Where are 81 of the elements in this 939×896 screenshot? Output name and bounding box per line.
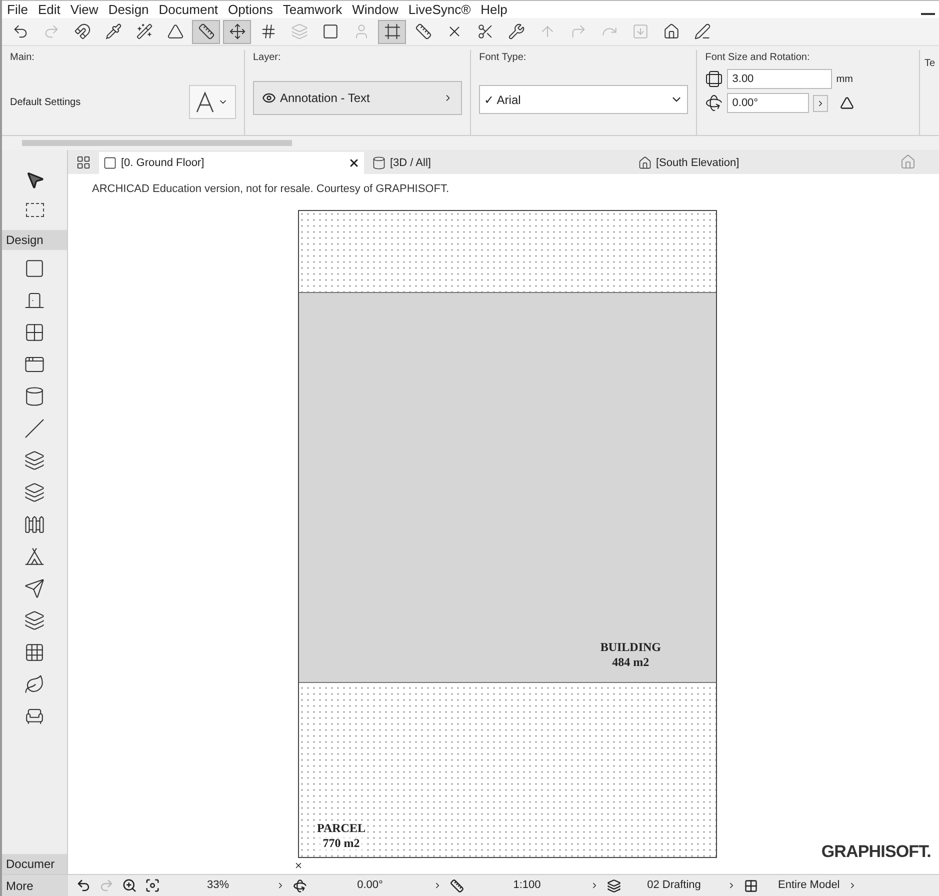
section-label: Te bbox=[924, 58, 935, 69]
ruler-icon bbox=[198, 23, 214, 40]
section-header[interactable]: Documer bbox=[2, 854, 67, 874]
window-icon bbox=[24, 322, 45, 343]
redo-icon bbox=[42, 23, 60, 40]
angle-value[interactable]: 0.00° bbox=[315, 877, 425, 894]
arrow-tool-icon bbox=[24, 170, 44, 190]
font-dropdown[interactable]: ✓ Arial bbox=[479, 85, 688, 114]
section-label: Main: bbox=[10, 51, 36, 65]
wrench-icon bbox=[508, 23, 524, 40]
elevation-icon bbox=[638, 156, 652, 170]
caret-icon bbox=[276, 881, 285, 890]
column-icon bbox=[24, 386, 45, 407]
toolbar-button[interactable] bbox=[192, 20, 220, 44]
layers-icon bbox=[607, 878, 621, 892]
scale-value[interactable]: 1:100 bbox=[472, 877, 582, 894]
menu-item[interactable]: View bbox=[65, 0, 104, 20]
text-tool-icon bbox=[196, 91, 214, 113]
zoom-value[interactable]: 33% bbox=[168, 877, 268, 894]
undo-icon bbox=[12, 23, 28, 40]
corner-icon bbox=[570, 23, 586, 40]
rotation-icon bbox=[705, 94, 724, 112]
menu-item[interactable]: Design bbox=[103, 0, 154, 20]
grid-icon bbox=[260, 23, 276, 40]
railing-icon bbox=[24, 514, 45, 535]
model-view-value[interactable]: Entire Model bbox=[778, 877, 840, 894]
text-style-button[interactable] bbox=[188, 85, 236, 119]
chair-icon bbox=[24, 706, 45, 727]
more-button[interactable]: More bbox=[2, 875, 68, 896]
menu-item[interactable]: Help bbox=[476, 0, 512, 20]
eye-icon bbox=[262, 91, 276, 105]
section-header[interactable]: Design bbox=[2, 230, 67, 250]
layer-combo-value[interactable]: 02 Drafting bbox=[629, 877, 719, 894]
graphisoft-logo: GRAPHISOFT. bbox=[821, 840, 931, 862]
marquee-tool-icon bbox=[26, 203, 44, 217]
unit-label: mm bbox=[836, 72, 853, 86]
redo-zoom-icon bbox=[99, 878, 114, 893]
building-label: BUILDING bbox=[600, 640, 661, 654]
scale-icon bbox=[450, 878, 464, 892]
curtain-wall-icon bbox=[24, 642, 45, 663]
layer-dropdown[interactable]: Annotation - Text bbox=[252, 81, 462, 115]
menu-item[interactable]: Options bbox=[223, 0, 278, 20]
magnet-icon bbox=[74, 23, 90, 40]
square-icon bbox=[322, 23, 338, 40]
education-notice: ARCHICAD Education version, not for resale. Courtesy of GRAPHISOFT. bbox=[92, 182, 450, 197]
undo-zoom-icon bbox=[76, 878, 91, 893]
building-area: 484 m2 bbox=[612, 654, 650, 670]
frame-icon bbox=[384, 23, 400, 40]
door-icon bbox=[24, 290, 45, 311]
fit-zoom-icon bbox=[145, 878, 160, 893]
scrollbar-thumb[interactable] bbox=[22, 140, 292, 146]
menu-item[interactable]: Window bbox=[347, 0, 404, 20]
caret-icon bbox=[590, 881, 599, 890]
section-label: Font Type: bbox=[479, 51, 528, 65]
toolbar-button[interactable] bbox=[378, 20, 406, 44]
parcel-label: PARCEL bbox=[317, 820, 366, 836]
rotation-input[interactable]: 0.00° bbox=[727, 93, 810, 113]
view-tab[interactable]: [0. Ground Floor] bbox=[99, 152, 364, 174]
zoom-in-icon bbox=[122, 878, 137, 893]
size-input[interactable]: 3.00 bbox=[727, 69, 832, 89]
scissors-icon bbox=[476, 23, 494, 40]
section-label: Layer: bbox=[252, 51, 282, 65]
menu-item[interactable]: Teamwork bbox=[278, 0, 348, 20]
settings-label: Default Settings bbox=[10, 96, 82, 110]
pipette-icon bbox=[104, 23, 122, 40]
origin-marker-icon bbox=[294, 861, 303, 870]
toolbar-button[interactable] bbox=[223, 20, 251, 44]
menu-item[interactable]: Edit bbox=[32, 0, 66, 20]
caret-icon bbox=[433, 881, 442, 890]
ruler-icon bbox=[414, 23, 432, 40]
wand-icon bbox=[136, 23, 152, 40]
menu-item[interactable]: File bbox=[2, 0, 33, 20]
pen-icon bbox=[694, 23, 710, 40]
menu-item[interactable]: Document bbox=[154, 0, 224, 20]
house-icon bbox=[662, 23, 680, 40]
section-label: Font Size and Rotation: bbox=[705, 51, 811, 65]
tab-grid-icon bbox=[76, 155, 91, 170]
menu-item[interactable]: LiveSync® bbox=[403, 0, 476, 20]
caret-icon bbox=[727, 881, 736, 890]
close-icon bbox=[348, 157, 360, 169]
parcel-area: 770 m2 bbox=[322, 836, 360, 850]
